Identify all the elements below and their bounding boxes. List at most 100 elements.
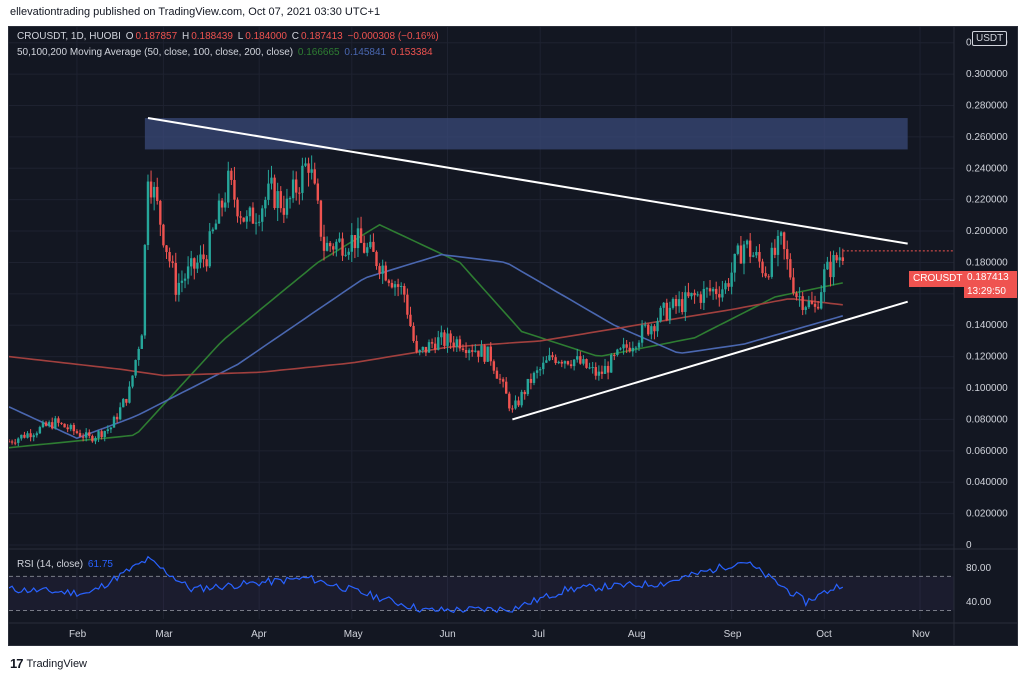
candle-body bbox=[446, 333, 449, 346]
candle-body bbox=[403, 285, 406, 295]
candle-body bbox=[786, 249, 789, 260]
candle-body bbox=[724, 283, 727, 290]
candle-body bbox=[464, 349, 468, 354]
grid bbox=[9, 27, 954, 619]
candle-body bbox=[433, 343, 437, 350]
candle-body bbox=[47, 422, 51, 426]
candle-body bbox=[54, 418, 57, 429]
candle-body bbox=[366, 247, 369, 253]
candle-body bbox=[804, 307, 807, 310]
candle-body bbox=[795, 293, 798, 298]
candle-body bbox=[826, 261, 829, 270]
change-value: −0.000308 (−0.16%) bbox=[347, 31, 439, 42]
rsi-pane bbox=[9, 555, 954, 614]
chart-panel[interactable]: 0.3200000.3000000.2800000.2600000.240000… bbox=[8, 26, 1018, 646]
candle-body bbox=[687, 292, 690, 297]
candle-body bbox=[13, 442, 17, 444]
candle-body bbox=[782, 232, 786, 250]
candle-body bbox=[174, 262, 177, 295]
candle-body bbox=[282, 208, 286, 215]
candle-body bbox=[393, 284, 397, 288]
candle-body bbox=[9, 441, 11, 443]
candle-body bbox=[684, 292, 687, 313]
candle-body bbox=[563, 361, 567, 364]
candle-body bbox=[480, 345, 483, 357]
symbol-line: CROUSDT, 1D, HUOBI bbox=[17, 31, 121, 42]
candle-body bbox=[338, 238, 341, 242]
tradingview-logo-icon: 17 bbox=[10, 656, 24, 671]
candle-body bbox=[230, 170, 233, 180]
candle-body bbox=[88, 432, 91, 436]
candle-body bbox=[233, 179, 236, 200]
candle-body bbox=[66, 427, 69, 430]
candle-body bbox=[223, 202, 227, 208]
candle-body bbox=[183, 278, 187, 281]
candle-body bbox=[242, 217, 245, 222]
candle-body bbox=[137, 348, 140, 360]
candle-body bbox=[467, 350, 471, 354]
candle-body bbox=[23, 434, 26, 438]
candle-body bbox=[545, 360, 548, 363]
candle-body bbox=[10, 441, 14, 443]
candle-body bbox=[304, 163, 307, 166]
currency-badge[interactable]: USDT bbox=[972, 31, 1008, 46]
candle-body bbox=[430, 342, 434, 344]
candle-body bbox=[702, 288, 706, 303]
resistance-zone[interactable] bbox=[144, 118, 908, 150]
candle-body bbox=[78, 433, 82, 437]
candle-body bbox=[239, 216, 242, 218]
candle-body bbox=[298, 192, 301, 194]
candle-body bbox=[378, 266, 381, 274]
candle-body bbox=[628, 347, 631, 352]
candle-body bbox=[622, 344, 625, 349]
candle-body bbox=[63, 423, 66, 428]
candle-body bbox=[202, 254, 205, 260]
candle-body bbox=[758, 251, 761, 262]
candle-body bbox=[60, 422, 63, 424]
candle-body bbox=[529, 378, 533, 383]
candle-body bbox=[773, 247, 777, 255]
candle-body bbox=[32, 435, 35, 438]
rsi-value: 61.75 bbox=[87, 559, 113, 570]
candle-body bbox=[613, 354, 616, 356]
candle-body bbox=[437, 337, 440, 350]
candle-body bbox=[640, 324, 644, 343]
candle-body bbox=[214, 223, 218, 230]
ma-50-line bbox=[9, 223, 843, 449]
candle-body bbox=[455, 339, 458, 347]
rsi-tick-label: 40.00 bbox=[966, 597, 991, 608]
ma100-value: 0.145841 bbox=[344, 47, 387, 58]
candle-body bbox=[152, 186, 156, 198]
candle-body bbox=[208, 231, 211, 267]
candle-body bbox=[353, 235, 357, 249]
candle-body bbox=[325, 242, 329, 251]
candle-body bbox=[38, 427, 42, 434]
rsi-label: RSI (14, close) bbox=[17, 559, 84, 570]
candle-body bbox=[492, 361, 496, 371]
candle-body bbox=[270, 177, 273, 184]
candle-body bbox=[517, 400, 520, 406]
candle-body bbox=[118, 407, 122, 420]
candle-body bbox=[832, 255, 835, 278]
candle-body bbox=[106, 429, 110, 432]
candle-body bbox=[128, 386, 131, 403]
candle-body bbox=[523, 391, 526, 395]
high-label: H bbox=[181, 31, 190, 42]
resistance-zone-rect bbox=[144, 118, 908, 150]
candle-body bbox=[752, 255, 755, 257]
y-tick-label: 0.100000 bbox=[966, 383, 1008, 394]
lower-trendline bbox=[512, 300, 908, 421]
candle-body bbox=[381, 265, 384, 274]
candle-body bbox=[671, 299, 675, 308]
candle-body bbox=[205, 259, 208, 267]
price-chart-svg[interactable]: 0.3200000.3000000.2800000.2600000.240000… bbox=[9, 27, 1017, 645]
ma-200-line bbox=[9, 298, 843, 377]
open-value: 0.187857 bbox=[135, 31, 178, 42]
candle-body bbox=[319, 200, 323, 237]
x-tick-label: Mar bbox=[155, 629, 173, 640]
candle-body bbox=[610, 354, 613, 373]
candle-body bbox=[301, 165, 304, 193]
candle-body bbox=[776, 235, 780, 255]
candle-body bbox=[276, 191, 279, 208]
candle-body bbox=[705, 288, 709, 290]
